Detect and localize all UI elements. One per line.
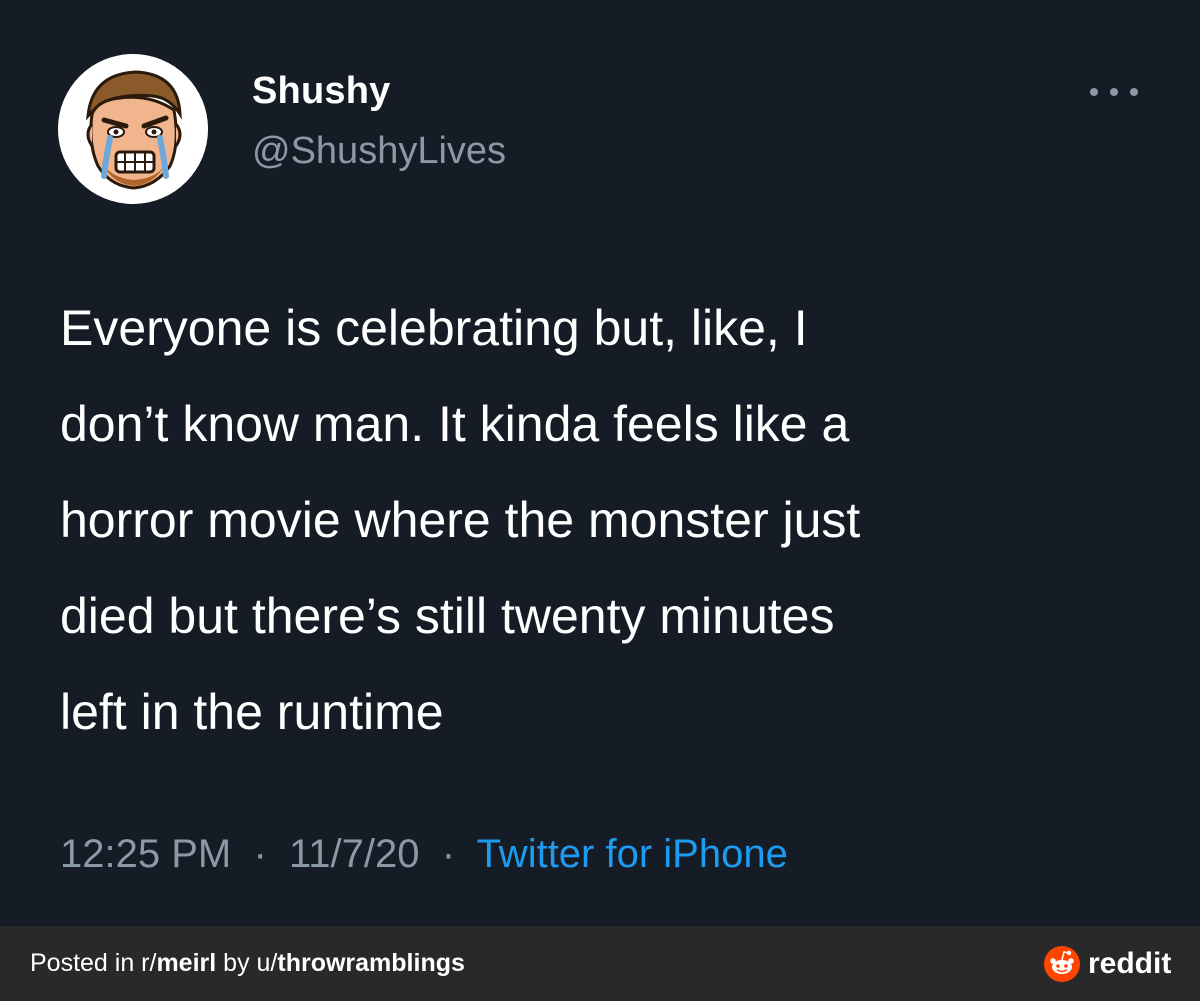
posted-in-credit: Posted in r/meirl by u/throwramblings [30,926,465,1001]
page: Shushy @ShushyLives Everyone is celebrat… [0,0,1200,1001]
tweet-text: Everyone is celebrating but, like, I don… [60,300,861,740]
reddit-wordmark: reddit [1088,947,1172,980]
reddit-brand[interactable]: reddit [1044,946,1171,982]
subreddit-link[interactable]: meirl [156,949,216,977]
tweet-metadata: 12:25 PM · 11/7/20 · Twitter for iPhone [60,832,788,877]
reddit-footer: Posted in r/meirl by u/throwramblings re… [0,926,1200,1001]
more-dot [1130,88,1138,96]
more-dot [1090,88,1098,96]
avatar[interactable] [58,54,208,204]
by-label: by u/ [216,949,278,977]
avatar-image [58,54,208,204]
meta-separator: · [430,832,467,876]
posted-in-label: Posted in r/ [30,949,157,977]
reddit-logo-icon [1044,946,1080,982]
user-handle[interactable]: @ShushyLives [252,130,506,173]
tweet-card: Shushy @ShushyLives Everyone is celebrat… [0,0,1200,926]
tweet-source-link[interactable]: Twitter for iPhone [477,832,788,876]
tweet-time[interactable]: 12:25 PM [60,832,231,876]
meta-separator: · [242,832,278,876]
more-dot [1110,88,1118,96]
more-options-icon[interactable] [1090,82,1138,102]
tweet-date[interactable]: 11/7/20 [289,832,420,876]
display-name[interactable]: Shushy [252,70,390,113]
username-link[interactable]: throwramblings [277,949,465,977]
